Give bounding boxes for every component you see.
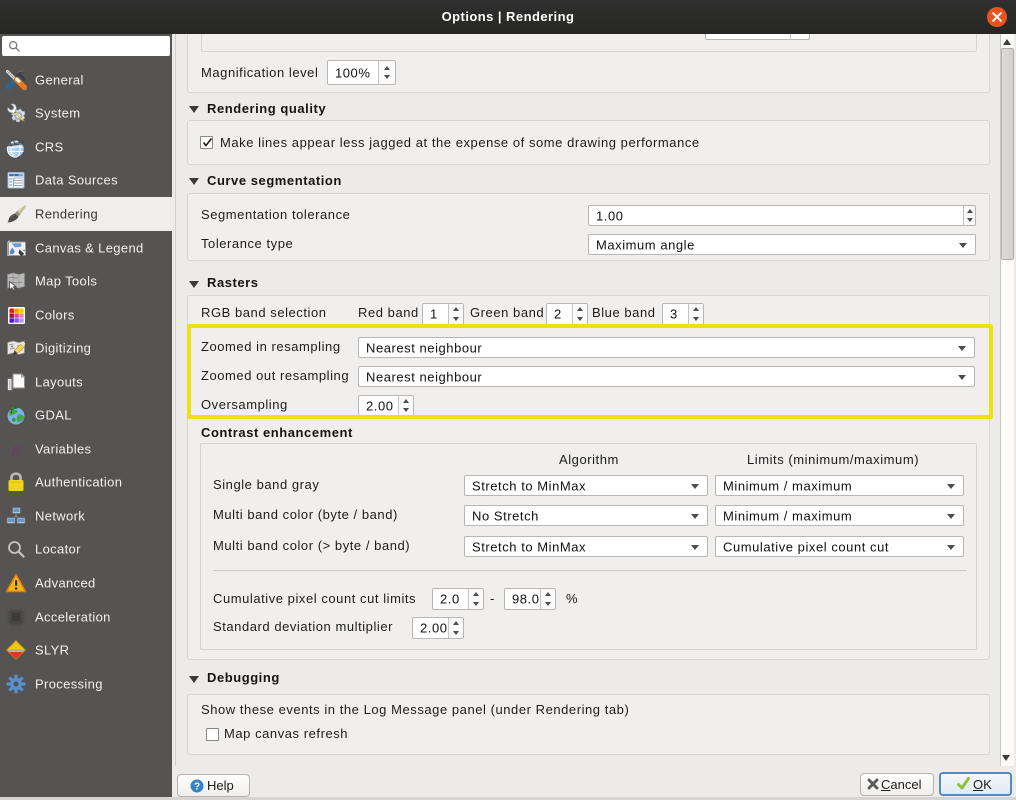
- svg-text:?: ?: [194, 781, 200, 792]
- svg-text:ε: ε: [11, 438, 21, 460]
